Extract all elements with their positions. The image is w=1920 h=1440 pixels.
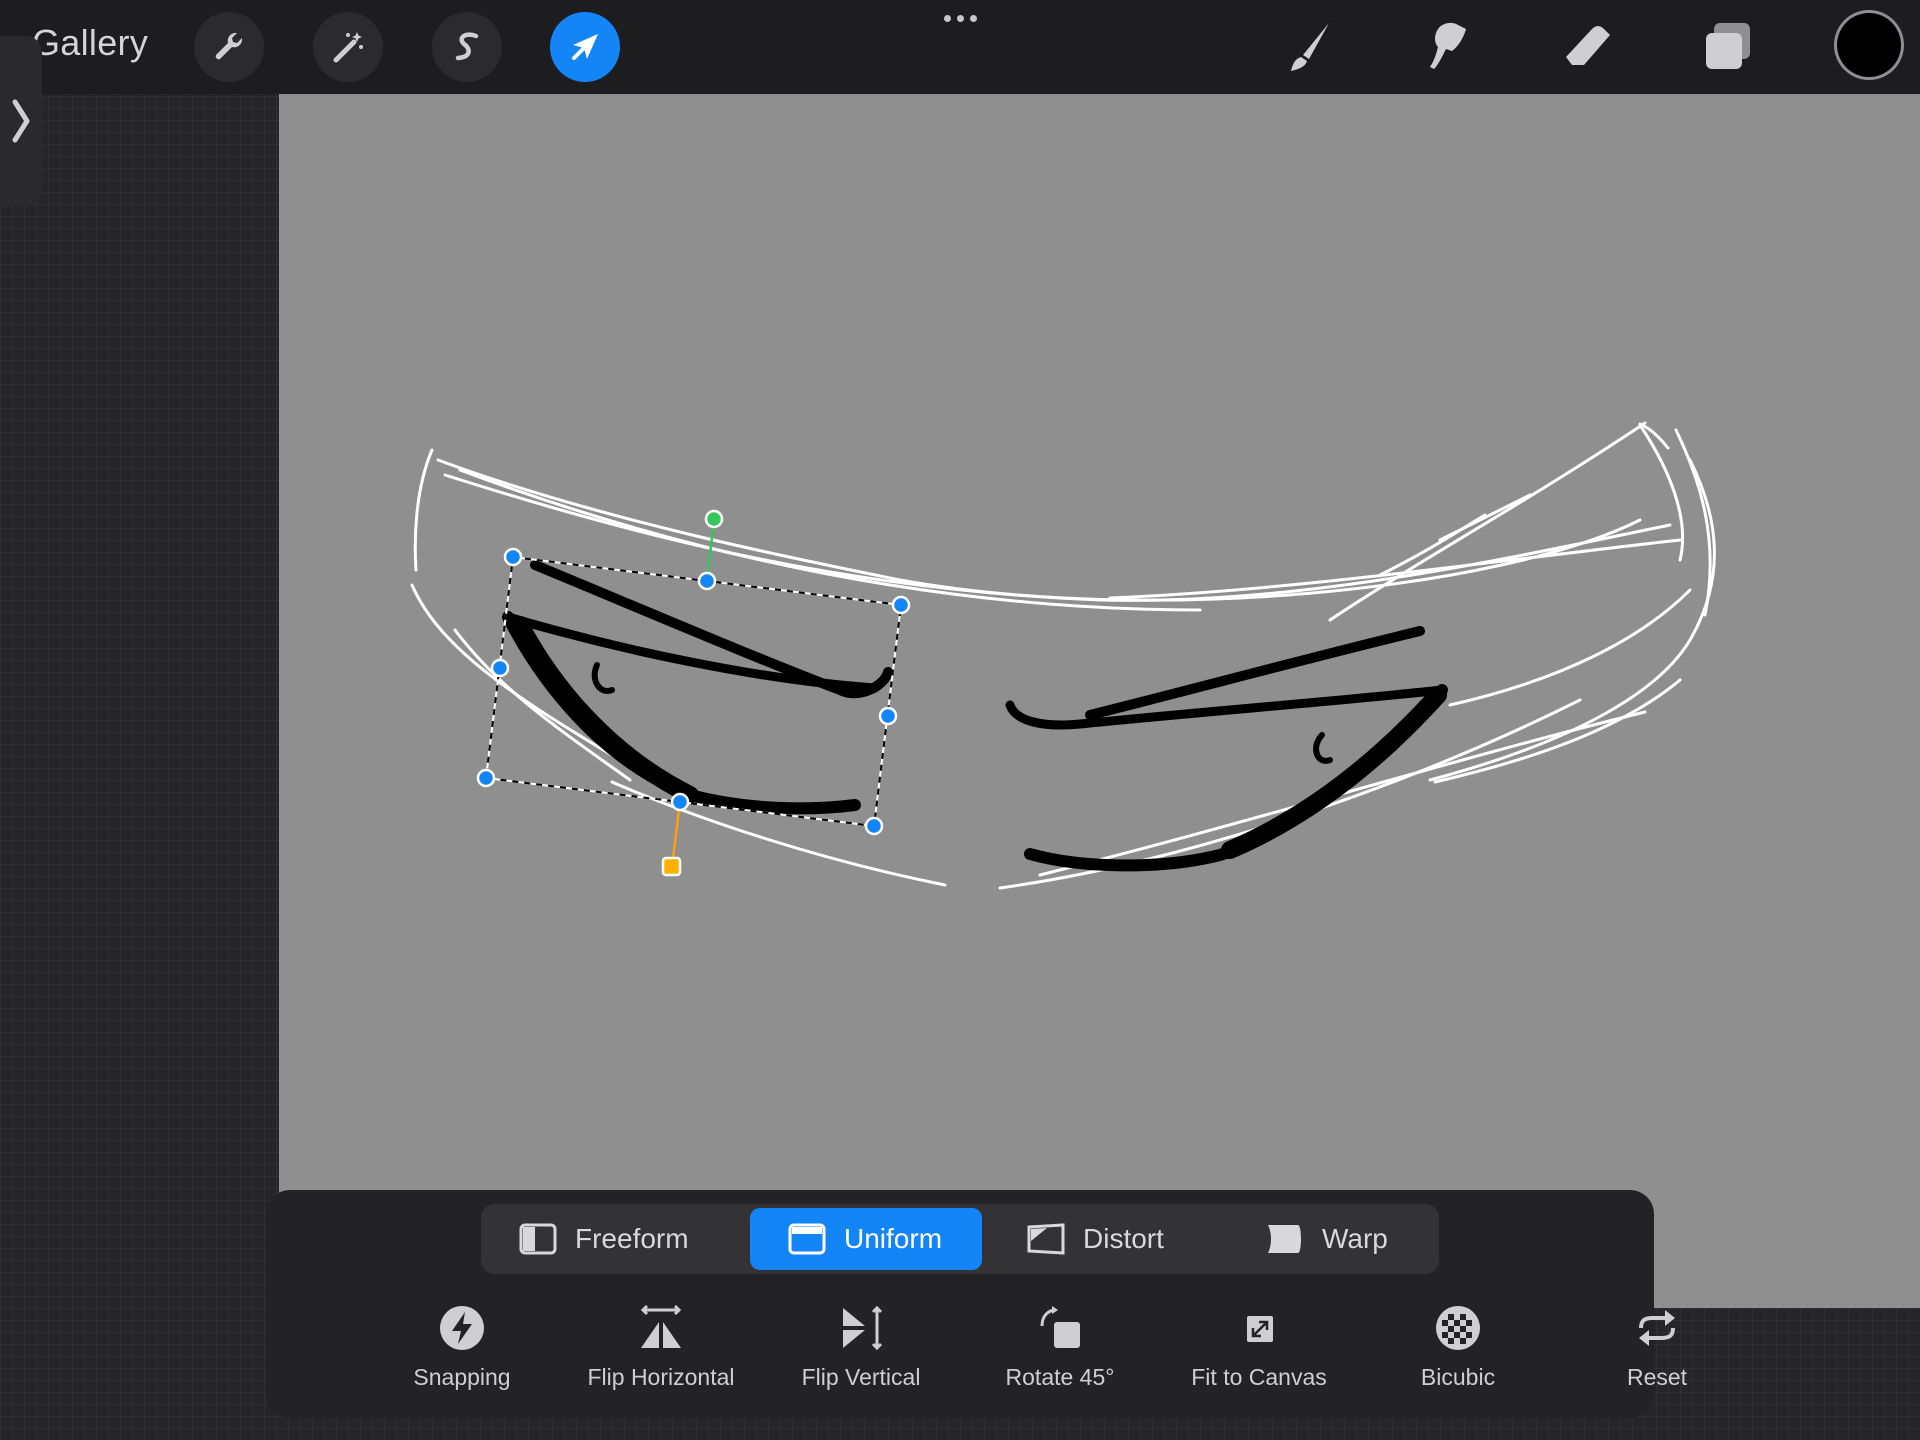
selection-button[interactable] bbox=[432, 12, 502, 82]
chevron-right-icon bbox=[12, 99, 30, 143]
color-picker-button[interactable] bbox=[1837, 13, 1901, 77]
mode-warp[interactable]: Warp bbox=[1226, 1208, 1436, 1270]
drawing-canvas[interactable] bbox=[279, 94, 1920, 1308]
flip-vertical-icon bbox=[843, 1305, 883, 1351]
sidebar-toggle[interactable] bbox=[0, 36, 42, 206]
uniform-icon bbox=[788, 1223, 826, 1255]
transform-actions: Snapping Flip Horizontal Flip Vertical R… bbox=[266, 1300, 1687, 1410]
layers-icon bbox=[1706, 23, 1750, 69]
brush-icon bbox=[1291, 23, 1329, 71]
rotate-45-button[interactable]: Rotate 45° bbox=[960, 1300, 1160, 1391]
selection-s-icon bbox=[455, 32, 479, 61]
top-toolbar: Gallery bbox=[0, 0, 1920, 94]
distort-icon bbox=[1027, 1223, 1065, 1255]
transform-button[interactable] bbox=[550, 12, 620, 82]
wrench-icon bbox=[215, 32, 243, 60]
flip-vertical-button[interactable]: Flip Vertical bbox=[761, 1300, 961, 1391]
artwork bbox=[410, 421, 1716, 890]
mode-uniform[interactable]: Uniform bbox=[750, 1208, 982, 1270]
actions-button[interactable] bbox=[194, 12, 264, 82]
snapping-button[interactable]: Snapping bbox=[362, 1300, 562, 1391]
freeform-icon bbox=[519, 1223, 557, 1255]
smudge-tool[interactable] bbox=[1413, 12, 1483, 82]
warp-icon bbox=[1268, 1225, 1301, 1253]
reset-button[interactable]: Reset bbox=[1557, 1300, 1757, 1391]
eraser-tool[interactable] bbox=[1553, 12, 1623, 82]
transform-arrow-icon bbox=[572, 34, 598, 60]
snapping-bolt-icon bbox=[440, 1306, 484, 1350]
sketch-lines bbox=[410, 421, 1716, 890]
mode-distort[interactable]: Distort bbox=[989, 1208, 1219, 1270]
mode-freeform[interactable]: Freeform bbox=[481, 1208, 743, 1270]
flip-horizontal-icon bbox=[640, 1304, 682, 1348]
transform-panel: Freeform Uniform Distort Warp Snapping F… bbox=[266, 1190, 1687, 1418]
bicubic-icon bbox=[1436, 1306, 1480, 1350]
magic-wand-icon bbox=[333, 32, 363, 63]
reset-icon bbox=[1639, 1310, 1675, 1346]
bicubic-button[interactable]: Bicubic bbox=[1358, 1300, 1558, 1391]
adjustments-button[interactable] bbox=[313, 12, 383, 82]
layers-tool[interactable] bbox=[1693, 12, 1763, 82]
transform-mode-selector: Freeform Uniform Distort Warp bbox=[481, 1204, 1439, 1274]
gallery-button[interactable]: Gallery bbox=[32, 22, 148, 64]
fit-to-canvas-button[interactable]: Fit to Canvas bbox=[1159, 1300, 1359, 1391]
rotate-icon bbox=[1040, 1306, 1080, 1348]
flip-horizontal-button[interactable]: Flip Horizontal bbox=[561, 1300, 761, 1391]
brush-tool[interactable] bbox=[1274, 12, 1344, 82]
smudge-icon bbox=[1430, 22, 1466, 69]
eye-strokes bbox=[502, 560, 1448, 872]
more-options-handle[interactable] bbox=[940, 8, 980, 28]
eraser-icon bbox=[1566, 26, 1610, 65]
fit-to-canvas-icon bbox=[1247, 1316, 1273, 1342]
